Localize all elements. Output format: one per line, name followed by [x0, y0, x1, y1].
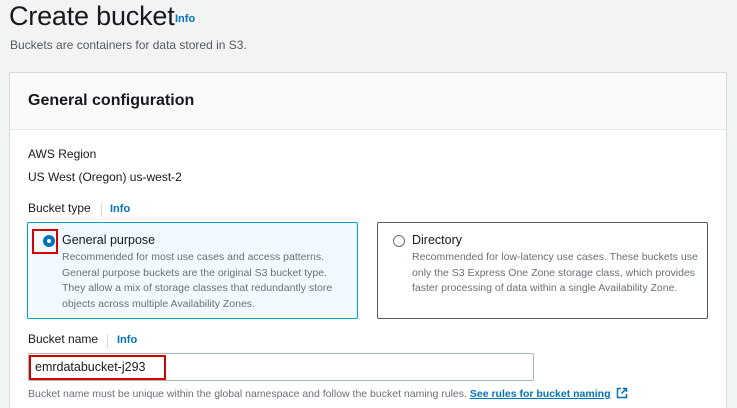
page-description: Buckets are containers for data stored i…: [10, 38, 247, 52]
bucket-name-help: Bucket name must be unique within the gl…: [28, 387, 628, 402]
radio-highlight-box: [32, 229, 58, 254]
bucket-name-info-link[interactable]: Info: [117, 334, 137, 346]
bucket-name-input[interactable]: [28, 353, 534, 381]
region-value: US West (Oregon) us-west-2: [28, 170, 182, 184]
page-title: Create bucket: [9, 1, 175, 31]
region-label: AWS Region: [28, 147, 97, 161]
bucket-type-label: Bucket type: [28, 201, 91, 215]
title-info-link[interactable]: Info: [175, 13, 195, 25]
general-purpose-description: Recommended for most use cases and acces…: [62, 251, 333, 310]
bucket-type-info-link[interactable]: Info: [110, 203, 130, 215]
bucket-type-general-purpose-tile[interactable]: General purpose Recommended for most use…: [27, 222, 358, 319]
panel-title: General configuration: [28, 92, 195, 109]
external-link-icon[interactable]: [616, 387, 628, 402]
label-divider: [101, 203, 102, 217]
general-purpose-title: General purpose: [62, 233, 156, 247]
bucket-name-help-text: Bucket name must be unique within the gl…: [28, 388, 467, 400]
directory-title: Directory: [412, 233, 463, 247]
bucket-name-label: Bucket name: [28, 332, 99, 346]
bucket-naming-rules-link[interactable]: See rules for bucket naming: [470, 388, 611, 400]
directory-radio[interactable]: [393, 235, 405, 247]
bucket-type-directory-tile[interactable]: Directory Recommended for low-latency us…: [377, 222, 708, 319]
label-divider: [107, 334, 108, 348]
panel-header: General configuration: [10, 73, 726, 130]
directory-description: Recommended for low-latency use cases. T…: [412, 251, 698, 294]
